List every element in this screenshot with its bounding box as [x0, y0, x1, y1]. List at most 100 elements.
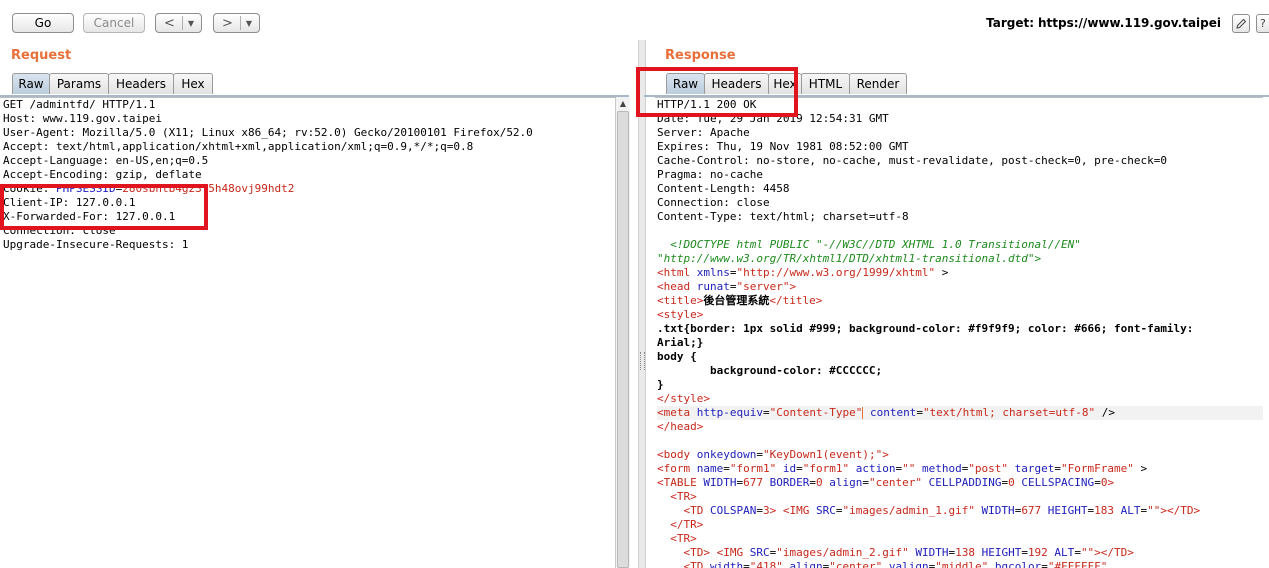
eq: = — [762, 406, 770, 419]
attr: WIDTH — [908, 546, 949, 559]
request-scrollbar[interactable]: ▲ — [615, 97, 630, 568]
request-tabs: Raw Params Headers Hex — [12, 73, 213, 95]
back-button[interactable]: < ▼ — [155, 13, 202, 33]
scroll-up-icon[interactable]: ▲ — [616, 97, 630, 111]
tab-hex[interactable]: Hex — [173, 73, 213, 94]
attr-value: "FormFrame" — [1061, 462, 1134, 475]
attr: CELLPADDING — [921, 476, 1002, 489]
forward-button[interactable]: > ▼ — [213, 13, 260, 33]
attr: action — [849, 462, 896, 475]
attr: target — [1008, 462, 1055, 475]
attr: HEIGHT — [974, 546, 1022, 559]
attr: SRC — [743, 546, 770, 559]
toolbar: Go Cancel < ▼ > ▼ Target: https://www.119… — [0, 0, 1269, 44]
divider — [181, 16, 183, 30]
response-editor[interactable]: HTTP/1.1 200 OK Date: Tue, 29 Jan 2019 1… — [655, 97, 1263, 568]
css-line: } — [657, 378, 664, 391]
tag-close: ></TD> — [1160, 504, 1201, 517]
attr-value: "center" — [868, 476, 922, 489]
attr: method — [915, 462, 962, 475]
response-header-line: Content-Length: 4458 — [657, 182, 790, 195]
attr-value: "middle" — [935, 560, 989, 568]
cancel-button[interactable]: Cancel — [83, 13, 145, 33]
attr: width — [703, 560, 744, 568]
attr: id — [776, 462, 797, 475]
chevron-down-icon[interactable]: ▼ — [188, 19, 194, 28]
tag: <html — [657, 266, 691, 279]
help-icon[interactable]: ? — [1256, 14, 1269, 33]
tab-hex[interactable]: Hex — [768, 73, 802, 94]
pencil-icon[interactable] — [1232, 14, 1250, 33]
title-tag-line: <title>後台管理系統</title> — [657, 294, 1263, 308]
attr-value: 0 — [1008, 476, 1015, 489]
attr: COLSPAN — [703, 504, 757, 517]
form-tag-line: <form name="form1" id="form1" action="" … — [657, 462, 1148, 475]
request-editor[interactable]: GET /admintfd/ HTTP/1.1 Host: www.119.go… — [0, 97, 615, 568]
response-tabs: Raw Headers Hex HTML Render — [666, 73, 907, 95]
attr-value: "KeyDown1(event);" — [762, 448, 883, 461]
tab-params[interactable]: Params — [49, 73, 109, 94]
target-label: Target: — [986, 16, 1034, 30]
doctype-line: <!DOCTYPE html PUBLIC "-//W3C//DTD XHTML… — [657, 238, 1081, 251]
attr: SRC — [809, 504, 836, 517]
split-pane-divider[interactable] — [638, 40, 646, 568]
target-url: https://www.119.gov.taipei — [1038, 16, 1221, 30]
attr-value: "#FFFFFF" — [1047, 560, 1108, 568]
attr: bgcolor — [988, 560, 1042, 568]
meta-tag-line: <meta http-equiv="Content-Type" content=… — [657, 406, 1263, 420]
tr-close-line: </TR> — [657, 518, 704, 531]
attr-value: "" — [1147, 504, 1161, 517]
attr-value: 192 — [1027, 546, 1048, 559]
td-tag-line: <TD COLSPAN=3> <IMG SRC="images/admin_1.… — [657, 504, 1263, 518]
style-tag-line: <style> — [657, 308, 704, 321]
tab-headers[interactable]: Headers — [704, 73, 769, 94]
attr-value: 3 — [762, 504, 770, 517]
request-line: Host: www.119.gov.taipei — [3, 112, 162, 125]
tab-html[interactable]: HTML — [801, 73, 850, 94]
attr-value: "" — [902, 462, 916, 475]
back-arrow-icon: < — [164, 15, 175, 31]
chevron-down-icon[interactable]: ▼ — [246, 19, 252, 28]
attr: ALT — [1047, 546, 1075, 559]
request-line: Accept-Encoding: gzip, deflate — [3, 168, 202, 181]
tab-raw[interactable]: Raw — [666, 73, 705, 94]
tag: <TABLE — [657, 476, 697, 489]
attr: valign — [882, 560, 929, 568]
response-header-line: Connection: close — [657, 196, 770, 209]
attr: onkeydown — [690, 448, 757, 461]
tab-raw[interactable]: Raw — [12, 73, 50, 94]
response-header-line: HTTP/1.1 200 OK — [657, 98, 757, 111]
style-tag-line: </style> — [657, 392, 710, 405]
attr: content — [863, 406, 917, 419]
doctype-line: "http://www.w3.org/TR/xhtml1/DTD/xhtml1-… — [657, 252, 1042, 265]
css-line: background-color: #CCCCCC; — [657, 364, 883, 377]
go-button[interactable]: Go — [12, 13, 74, 33]
eq: = — [729, 280, 737, 293]
tab-render[interactable]: Render — [849, 73, 907, 94]
attr-value: "form1" — [729, 462, 777, 475]
title-text: 後台管理系統 — [703, 294, 770, 307]
attr-value: 677 — [743, 476, 763, 489]
tab-headers[interactable]: Headers — [108, 73, 174, 94]
tag: <title> — [657, 294, 704, 307]
cookie-key: PHPSESSID — [55, 182, 116, 195]
head-tag-line: <head runat="server"> — [657, 280, 1263, 294]
attr: ALT — [1114, 504, 1141, 517]
attr-value: 183 — [1094, 504, 1115, 517]
tag: </title> — [769, 294, 823, 307]
tag: <TD — [683, 504, 704, 517]
response-title: Response — [665, 48, 736, 63]
scrollbar-thumb[interactable] — [617, 111, 629, 568]
tr-tag-line: <TR> — [657, 532, 697, 545]
attr-value: "images/admin_2.gif" — [776, 546, 909, 559]
tr-tag-line: <TR> — [657, 490, 697, 503]
target-display: Target: https://www.119.gov.taipei — [986, 16, 1221, 30]
tag-close: > — [1107, 476, 1115, 489]
response-header-line: Content-Type: text/html; charset=utf-8 — [657, 210, 909, 223]
tag-close: > — [882, 448, 889, 461]
request-line: X-Forwarded-For: 127.0.0.1 — [3, 210, 176, 223]
tag: <form — [657, 462, 691, 475]
